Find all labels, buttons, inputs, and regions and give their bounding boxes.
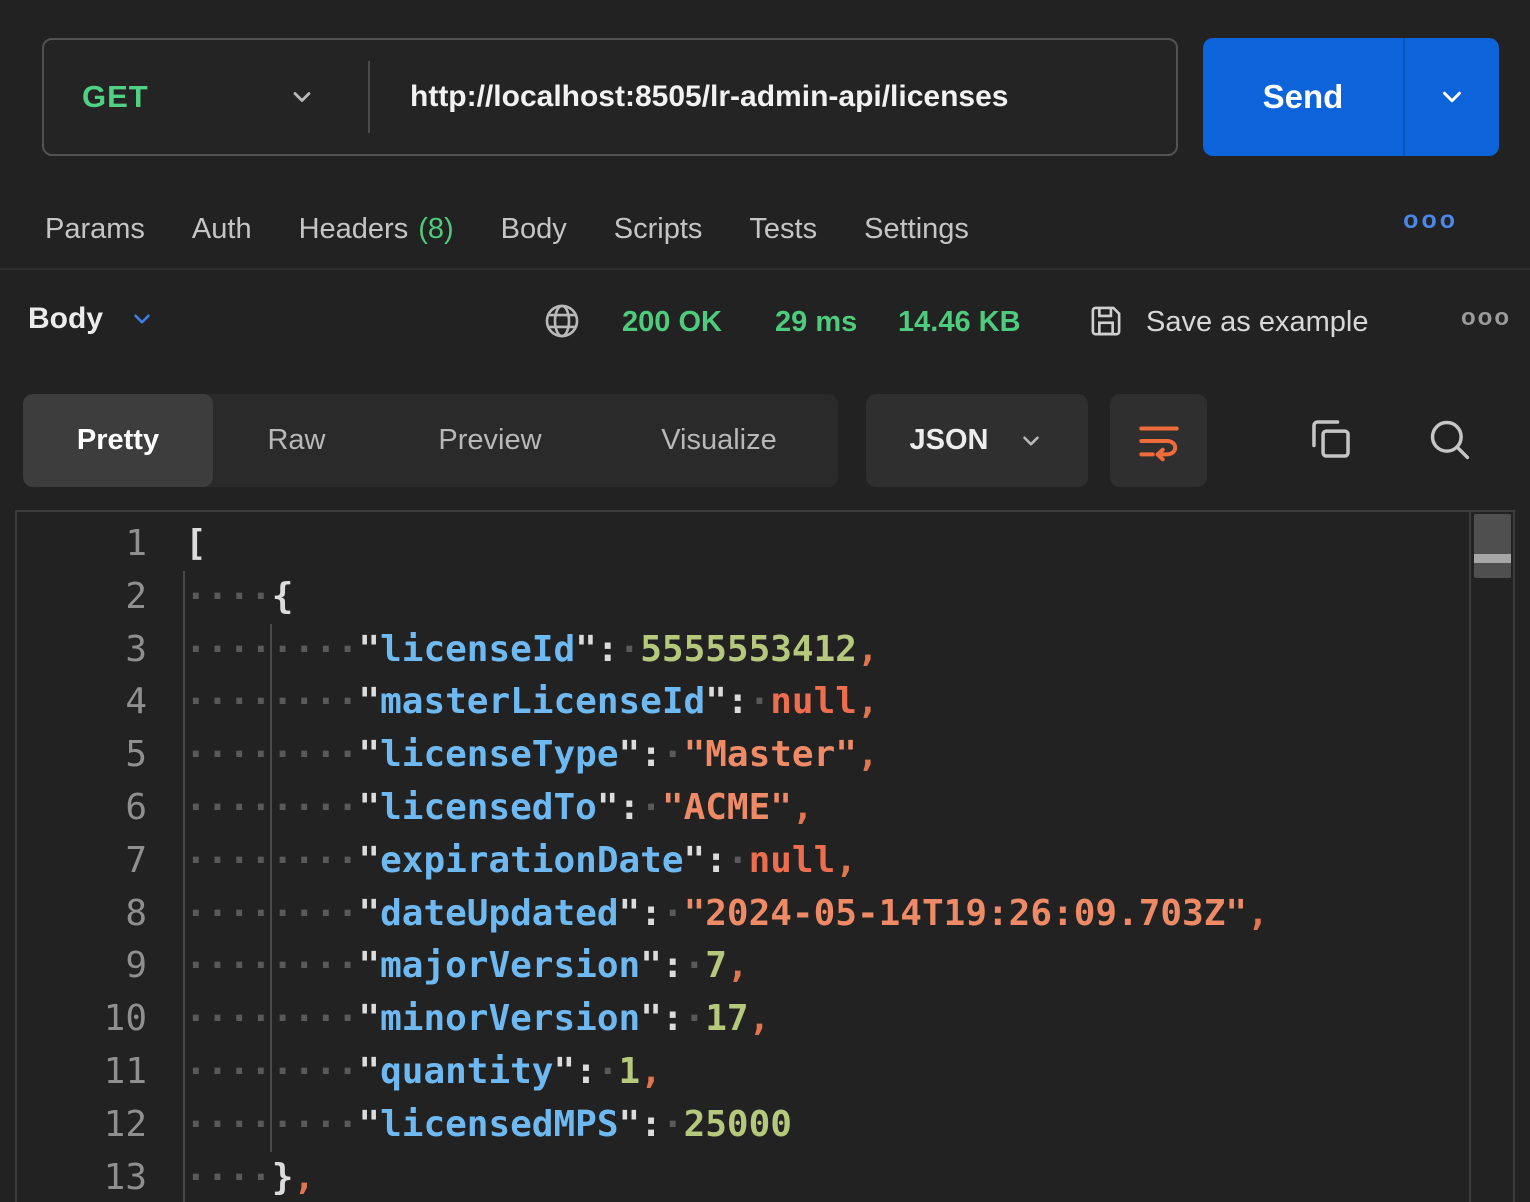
line-number: 10 [17, 993, 147, 1046]
section-divider [0, 268, 1530, 270]
request-url-bar: GET http://localhost:8505/lr-admin-api/l… [42, 38, 1178, 156]
language-selector[interactable]: JSON [866, 394, 1088, 487]
headers-count-badge: (8) [418, 213, 453, 245]
code-line: 10········"minorVersion":·17, [17, 993, 1467, 1046]
scrollbar-thumb[interactable] [1474, 514, 1511, 578]
line-number: 9 [17, 940, 147, 993]
line-number: 6 [17, 782, 147, 835]
line-number: 2 [17, 571, 147, 624]
response-size[interactable]: 14.46 KB [898, 306, 1021, 339]
response-body-viewer[interactable]: 1[2····{3········"licenseId":·5555553412… [15, 510, 1515, 1202]
search-button[interactable] [1416, 406, 1482, 472]
view-tab-visualize[interactable]: Visualize [600, 394, 838, 487]
save-icon[interactable] [1085, 300, 1127, 342]
line-number: 5 [17, 729, 147, 782]
code-line: 13····}, [17, 1152, 1467, 1202]
method-label: GET [82, 79, 149, 115]
request-tab-headers[interactable]: Headers(8) [299, 213, 454, 246]
code-line: 7········"expirationDate":·null, [17, 835, 1467, 888]
request-tab-settings[interactable]: Settings [864, 213, 969, 246]
request-tab-body[interactable]: Body [501, 213, 567, 246]
response-body-selector[interactable]: Body [28, 302, 155, 336]
code-line: 12········"licensedMPS":·25000 [17, 1099, 1467, 1152]
send-label[interactable]: Send [1203, 38, 1403, 156]
wrap-text-icon [1134, 416, 1184, 466]
status-badge[interactable]: 200 OK [622, 306, 722, 339]
code-line: 11········"quantity":·1, [17, 1046, 1467, 1099]
view-tab-pretty[interactable]: Pretty [23, 394, 213, 487]
url-text: http://localhost:8505/lr-admin-api/licen… [370, 80, 1008, 114]
url-field[interactable]: http://localhost:8505/lr-admin-api/licen… [368, 61, 1176, 133]
line-number: 13 [17, 1152, 147, 1202]
request-tab-params[interactable]: Params [45, 213, 145, 246]
line-number: 7 [17, 835, 147, 888]
view-tab-raw[interactable]: Raw [213, 394, 380, 487]
response-meta-row: Body 200 OK 29 ms 14.46 KB Save as examp… [0, 282, 1530, 366]
line-number: 3 [17, 624, 147, 677]
code-line: 4········"masterLicenseId":·null, [17, 676, 1467, 729]
chevron-down-icon [1437, 82, 1467, 112]
view-tab-preview[interactable]: Preview [380, 394, 600, 487]
request-more-options-icon[interactable]: ooo [1403, 206, 1458, 235]
request-tab-auth[interactable]: Auth [192, 213, 252, 246]
response-view-tabs: PrettyRawPreviewVisualize [23, 394, 838, 487]
request-tab-tests[interactable]: Tests [749, 213, 817, 246]
line-number: 11 [17, 1046, 147, 1099]
chevron-down-icon [1018, 428, 1044, 454]
line-number: 8 [17, 888, 147, 941]
wrap-text-button[interactable] [1110, 394, 1207, 487]
request-tabs: Params Auth Headers(8) Body Scripts Tests Sett… [45, 196, 969, 262]
globe-icon[interactable] [541, 300, 583, 342]
code-line: 9········"majorVersion":·7, [17, 940, 1467, 993]
line-number: 4 [17, 676, 147, 729]
code-line: 2····{ [17, 571, 1467, 624]
search-icon [1423, 413, 1475, 465]
copy-icon [1303, 411, 1359, 467]
response-more-options-icon[interactable]: ooo [1461, 304, 1511, 332]
chevron-down-icon [129, 306, 155, 332]
code-line: 6········"licensedTo":·"ACME", [17, 782, 1467, 835]
line-number: 1 [17, 518, 147, 571]
code-line: 1[ [17, 518, 1467, 571]
response-section-label: Body [28, 302, 103, 336]
send-button[interactable]: Send [1203, 38, 1499, 156]
indent-guide [270, 624, 272, 1152]
save-as-example-button[interactable]: Save as example [1146, 306, 1368, 339]
send-options-button[interactable] [1405, 38, 1499, 156]
line-number: 12 [17, 1099, 147, 1152]
request-tab-scripts[interactable]: Scripts [614, 213, 703, 246]
indent-guide [183, 571, 185, 1202]
code-line: 3········"licenseId":·5555553412, [17, 624, 1467, 677]
scrollbar-marker [1474, 554, 1511, 563]
method-selector[interactable]: GET [44, 40, 368, 154]
code-line: 5········"licenseType":·"Master", [17, 729, 1467, 782]
response-time[interactable]: 29 ms [775, 306, 857, 339]
chevron-down-icon [288, 83, 316, 111]
language-label: JSON [910, 424, 989, 457]
code-line: 8········"dateUpdated":·"2024-05-14T19:2… [17, 888, 1467, 941]
code-lines: 1[2····{3········"licenseId":·5555553412… [17, 518, 1467, 1202]
copy-button[interactable] [1298, 406, 1364, 472]
scrollbar[interactable] [1469, 512, 1513, 1202]
